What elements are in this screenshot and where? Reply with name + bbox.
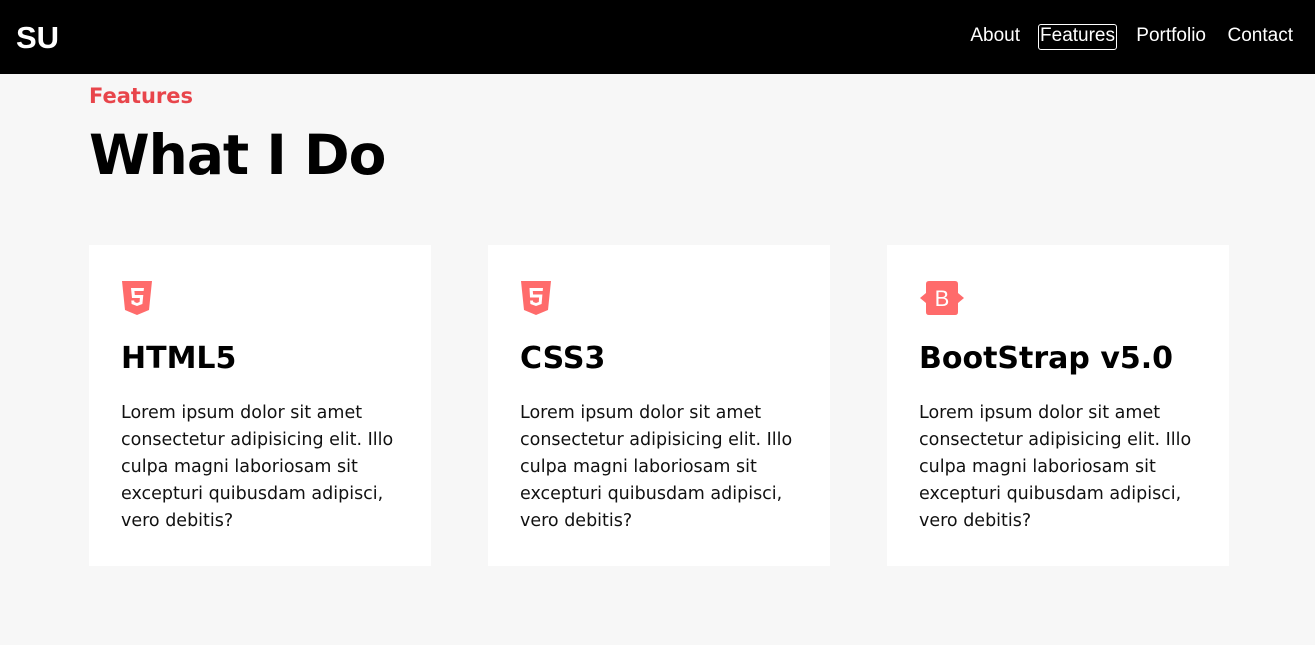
card-title: HTML5 bbox=[121, 341, 237, 376]
css3-icon bbox=[520, 281, 566, 315]
nav-link-about[interactable]: About bbox=[970, 24, 1020, 50]
feature-card-css3: CSS3 Lorem ipsum dolor sit amet consecte… bbox=[488, 245, 830, 566]
card-text: Lorem ipsum dolor sit amet consectetur a… bbox=[520, 403, 793, 531]
card-title: CSS3 bbox=[520, 341, 606, 376]
section-kicker: Features bbox=[89, 84, 193, 108]
svg-text:B: B bbox=[935, 286, 950, 311]
feature-card-bootstrap: B BootStrap v5.0 Lorem ipsum dolor sit a… bbox=[887, 245, 1229, 566]
top-navbar: SU About Features Portfolio Contact bbox=[0, 0, 1315, 74]
html5-icon bbox=[121, 281, 167, 315]
card-text: Lorem ipsum dolor sit amet consectetur a… bbox=[121, 403, 394, 531]
feature-card-html5: HTML5 Lorem ipsum dolor sit amet consect… bbox=[89, 245, 431, 566]
brand-logo[interactable]: SU bbox=[16, 20, 59, 56]
section-title: What I Do bbox=[89, 123, 386, 187]
card-text: Lorem ipsum dolor sit amet consectetur a… bbox=[919, 403, 1192, 531]
card-title: BootStrap v5.0 bbox=[919, 341, 1174, 376]
bootstrap-icon: B bbox=[919, 281, 965, 315]
nav-link-portfolio[interactable]: Portfolio bbox=[1136, 24, 1206, 50]
nav-link-contact[interactable]: Contact bbox=[1228, 24, 1293, 50]
nav-link-features[interactable]: Features bbox=[1038, 24, 1117, 50]
